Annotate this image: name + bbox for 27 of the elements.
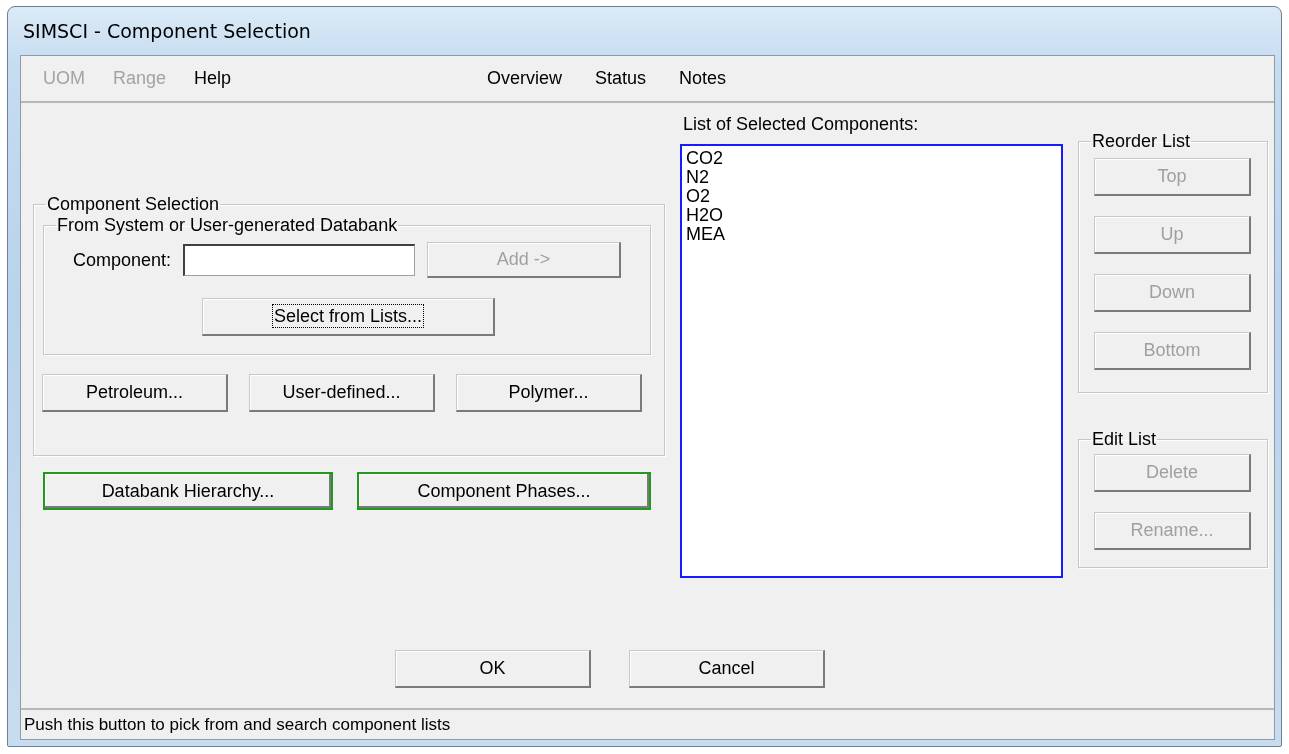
menu-item[interactable]: Status	[595, 68, 647, 89]
dialog-button[interactable]: User-defined...	[249, 374, 435, 412]
component-input[interactable]	[183, 244, 416, 276]
field-label: Component:	[73, 249, 172, 271]
dialog-button[interactable]: OK	[395, 650, 591, 688]
dialog-button[interactable]: Polymer...	[456, 374, 642, 412]
window-title: SIMSCI - Component Selection	[23, 20, 311, 42]
list-item[interactable]: N2	[686, 168, 709, 187]
menu-item[interactable]: Notes	[679, 68, 727, 89]
dialog-button[interactable]: Cancel	[629, 650, 825, 688]
list-label: List of Selected Components:	[683, 114, 920, 136]
dialog-button[interactable]: Component Phases...	[357, 472, 651, 510]
list-item[interactable]: O2	[686, 187, 710, 206]
select-from-lists-button[interactable]: Select from Lists...	[202, 298, 495, 336]
list-item[interactable]: MEA	[686, 225, 725, 244]
menu-item[interactable]: Help	[194, 68, 232, 89]
menu-item[interactable]: Overview	[487, 68, 562, 89]
group-title: Component Selection	[46, 194, 221, 215]
dialog-button[interactable]: Databank Hierarchy...	[43, 472, 333, 510]
group-title: From System or User-generated Databank	[56, 215, 399, 236]
group-title: Reorder List	[1091, 131, 1192, 152]
list-item[interactable]: H2O	[686, 206, 723, 225]
group-title: Edit List	[1091, 429, 1158, 450]
selected-components-list[interactable]: CO2 N2 O2 H2O MEA	[680, 144, 1063, 578]
status-text: Push this button to pick from and search component lists	[24, 714, 451, 735]
dialog-button[interactable]: Petroleum...	[42, 374, 228, 412]
list-item[interactable]: CO2	[686, 149, 723, 168]
